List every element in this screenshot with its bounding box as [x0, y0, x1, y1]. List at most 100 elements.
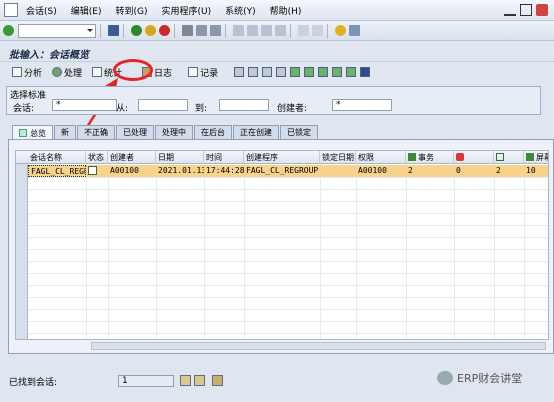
sort-icon[interactable] [318, 67, 329, 77]
col-screens[interactable]: 屏幕 [524, 151, 548, 164]
cancel-icon[interactable] [159, 25, 170, 36]
tab-new[interactable]: 新 [54, 125, 76, 139]
print-icon[interactable] [182, 25, 193, 36]
select-all-icon[interactable] [180, 375, 191, 386]
shortcut-icon[interactable] [312, 25, 323, 36]
menu-utilities[interactable]: 实用程序(U) [161, 4, 211, 17]
col-screens-label: 屏幕 [536, 153, 548, 162]
flag-icon[interactable] [290, 67, 301, 77]
record-icon [188, 67, 199, 77]
analyze-icon [12, 67, 22, 77]
tab-in-process[interactable]: 处理中 [155, 125, 193, 139]
log-label: 日志 [154, 68, 173, 79]
col-processed[interactable] [494, 151, 524, 164]
horizontal-scrollbar[interactable] [91, 342, 546, 350]
first-page-icon[interactable] [233, 25, 244, 36]
col-authorization[interactable]: 权限 [356, 151, 406, 164]
close-icon[interactable] [536, 4, 548, 16]
enter-check-icon[interactable] [3, 25, 14, 36]
col-divider [524, 164, 525, 339]
transactions-icon [408, 153, 416, 161]
menu-session[interactable]: 会话(S) [26, 4, 57, 17]
overview-icon [19, 129, 27, 137]
row-selector-column[interactable] [16, 164, 28, 339]
details-icon[interactable] [212, 375, 223, 386]
record-button[interactable]: 记录 [188, 66, 218, 79]
col-divider [86, 164, 87, 339]
col-divider [356, 164, 357, 339]
record-label: 记录 [200, 68, 219, 79]
next-page-icon[interactable] [261, 25, 272, 36]
selection-header: 选择标准 [10, 91, 47, 101]
prev-page-icon[interactable] [247, 25, 258, 36]
analyze-button[interactable]: 分析 [12, 66, 42, 79]
save-icon[interactable] [108, 25, 119, 36]
lock-icon[interactable] [262, 67, 273, 77]
layout-icon[interactable] [349, 25, 360, 36]
info-icon[interactable] [360, 67, 371, 77]
help-icon[interactable] [335, 25, 346, 36]
empty-row-line [28, 177, 548, 178]
cell-program: FAGL_CL_REGROUP [246, 166, 319, 175]
menu-help[interactable]: 帮助(H) [270, 4, 302, 17]
menu-goto[interactable]: 转到(G) [115, 4, 147, 17]
last-page-icon[interactable] [275, 25, 286, 36]
col-transactions-label: 事务 [418, 153, 434, 162]
col-lock-date[interactable]: 锁定日期 [320, 151, 356, 164]
empty-row-line [28, 213, 548, 214]
tab-panel: 会话名称 状态 创建者 日期 时间 创建程序 锁定日期 权限 事务 屏幕 FAG… [8, 139, 554, 354]
from-date-field[interactable] [138, 99, 188, 111]
tab-processed[interactable]: 已处理 [116, 125, 154, 139]
col-program[interactable]: 创建程序 [244, 151, 320, 164]
col-time[interactable]: 时间 [204, 151, 244, 164]
processed-icon [496, 153, 504, 161]
col-status[interactable]: 状态 [86, 151, 108, 164]
from-label: 从: [116, 104, 129, 114]
status-tabs: 总览 新 不正确 已处理 处理中 在后台 正在创建 已锁定 [12, 125, 319, 140]
col-errors[interactable] [454, 151, 494, 164]
tab-creating[interactable]: 正在创建 [233, 125, 279, 139]
col-divider [244, 164, 245, 339]
selection-criteria-box: 选择标准 会话: * 从: 到: 创建者: * [6, 86, 541, 115]
col-date[interactable]: 日期 [156, 151, 204, 164]
cell-lock-date [320, 165, 356, 177]
cell-session-name[interactable]: FAGL_CL_REGR [28, 165, 86, 177]
find-icon[interactable] [196, 25, 207, 36]
col-session-name[interactable]: 会话名称 [28, 151, 86, 164]
sap-app-icon[interactable] [4, 3, 18, 17]
empty-row-line [28, 309, 548, 310]
screens-icon [526, 153, 534, 161]
table-row[interactable]: FAGL_CL_REGR A00100 2021.01.13 17:44:28 … [28, 165, 548, 177]
session-field[interactable]: * [52, 99, 117, 111]
refresh-icon[interactable] [346, 67, 357, 77]
menu-edit[interactable]: 编辑(E) [71, 4, 102, 17]
copy-icon[interactable] [248, 67, 259, 77]
sessions-found-label: 已找到会话: [9, 377, 58, 388]
tab-overview[interactable]: 总览 [12, 125, 53, 140]
to-label: 到: [195, 104, 208, 114]
unlock-icon[interactable] [276, 67, 287, 77]
col-divider [156, 164, 157, 339]
minimize-icon[interactable] [504, 4, 516, 16]
tab-background[interactable]: 在后台 [194, 125, 232, 139]
restore-icon[interactable] [520, 4, 532, 16]
deselect-all-icon[interactable] [194, 375, 205, 386]
exit-icon[interactable] [145, 25, 156, 36]
export-icon[interactable] [332, 67, 343, 77]
to-date-field[interactable] [219, 99, 269, 111]
page-title: 批输入：会话概览 [0, 41, 554, 62]
table-header: 会话名称 状态 创建者 日期 时间 创建程序 锁定日期 权限 事务 屏幕 [16, 151, 548, 164]
create-session-icon[interactable] [298, 25, 309, 36]
delete-icon[interactable] [234, 67, 245, 77]
filter-icon[interactable] [304, 67, 315, 77]
col-transactions[interactable]: 事务 [406, 151, 454, 164]
command-field[interactable] [18, 23, 96, 38]
session-label: 会话: [13, 104, 35, 114]
tab-locked[interactable]: 已锁定 [280, 125, 318, 139]
find-next-icon[interactable] [210, 25, 221, 36]
col-creator[interactable]: 创建者 [108, 151, 156, 164]
tab-incorrect[interactable]: 不正确 [77, 125, 115, 139]
menu-system[interactable]: 系统(Y) [225, 4, 256, 17]
creator-field[interactable]: * [332, 99, 392, 111]
back-icon[interactable] [131, 25, 142, 36]
